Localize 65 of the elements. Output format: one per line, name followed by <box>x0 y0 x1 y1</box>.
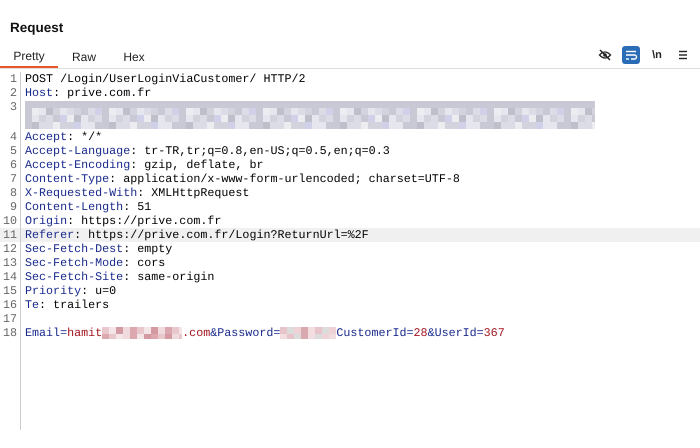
code-text: Accept-Language <box>25 144 130 158</box>
redacted-text <box>280 326 336 339</box>
code-text: Priority <box>25 284 82 298</box>
line-number: 6 <box>8 158 18 172</box>
tab[interactable]: Pretty <box>0 45 58 68</box>
line-number: 17 <box>2 312 18 326</box>
code-text: &UserId= <box>428 326 484 340</box>
code-text: : same-origin <box>123 270 214 284</box>
line-number: 12 <box>2 242 18 256</box>
code-text: Accept-Encoding <box>25 158 130 172</box>
newline-toggle[interactable]: \n <box>648 46 666 64</box>
code-text: 367 <box>484 326 505 340</box>
line-number: 2 <box>8 86 18 100</box>
tab[interactable]: Hex <box>110 45 158 68</box>
code-text: 28 <box>414 326 428 340</box>
line-number: 16 <box>2 298 18 312</box>
line-number: 3 <box>8 100 18 116</box>
panel-title: Request <box>9 19 64 37</box>
code-text: Accept <box>25 130 68 144</box>
code-text: &Password= <box>210 326 280 340</box>
code-text: Content-Length <box>25 200 124 214</box>
line-number: 5 <box>8 144 18 158</box>
code-text: Sec-Fetch-Dest <box>25 242 124 256</box>
line-number: 7 <box>8 172 18 186</box>
code-text: Origin <box>25 214 68 228</box>
code-text: : gzip, deflate, br <box>130 158 264 172</box>
line-number: 11 <box>2 228 18 242</box>
code-text: : empty <box>123 242 172 256</box>
code-text: Sec-Fetch-Site <box>25 270 124 284</box>
code-text: POST /Login/UserLoginViaCustomer/ HTTP/2 <box>25 72 306 86</box>
code-text: Te <box>25 298 40 312</box>
hide-icon <box>598 48 612 62</box>
tab[interactable]: Raw <box>58 45 110 68</box>
code-text: Sec-Fetch-Mode <box>25 256 124 270</box>
code-text: : https://prive.com.fr <box>67 214 222 228</box>
line-number: 8 <box>8 186 18 200</box>
code-text: Host <box>25 86 54 100</box>
code-text: hamit <box>67 326 102 340</box>
code-text: : trailers <box>39 298 110 312</box>
code-text: Referer <box>25 228 74 242</box>
menu-icon <box>676 48 690 62</box>
code-text: : https://prive.com.fr/Login?ReturnUrl=%2F <box>74 228 369 242</box>
line-number: 4 <box>8 130 18 144</box>
code-text: : tr-TR,tr;q=0.8,en-US;q=0.5,en;q=0.3 <box>130 144 390 158</box>
line-number: 18 <box>2 326 18 340</box>
line-number: 9 <box>8 200 18 214</box>
wrap-icon <box>624 48 638 62</box>
code-text: : application/x-www-form-urlencoded; charset=UTF-8 <box>109 172 460 186</box>
wrap-button[interactable] <box>622 46 640 64</box>
code-text: X-Requested-With <box>25 186 138 200</box>
code-text: : u=0 <box>81 284 116 298</box>
code-text: CustomerId= <box>336 326 414 340</box>
line-number: 15 <box>2 284 18 298</box>
code-text: Email= <box>25 326 68 340</box>
code-text: .com <box>182 326 210 340</box>
code-text: : */* <box>67 130 102 144</box>
line-number: 10 <box>2 214 18 228</box>
code-text: : XMLHttpRequest <box>137 186 250 200</box>
line-number: 14 <box>2 270 18 284</box>
code-text: : 51 <box>123 200 152 214</box>
code-text: : prive.com.fr <box>53 86 152 100</box>
code-text: : cors <box>123 256 166 270</box>
line-number: 1 <box>8 72 18 86</box>
code-text: Content-Type <box>25 172 110 186</box>
line-number: 13 <box>2 256 18 270</box>
